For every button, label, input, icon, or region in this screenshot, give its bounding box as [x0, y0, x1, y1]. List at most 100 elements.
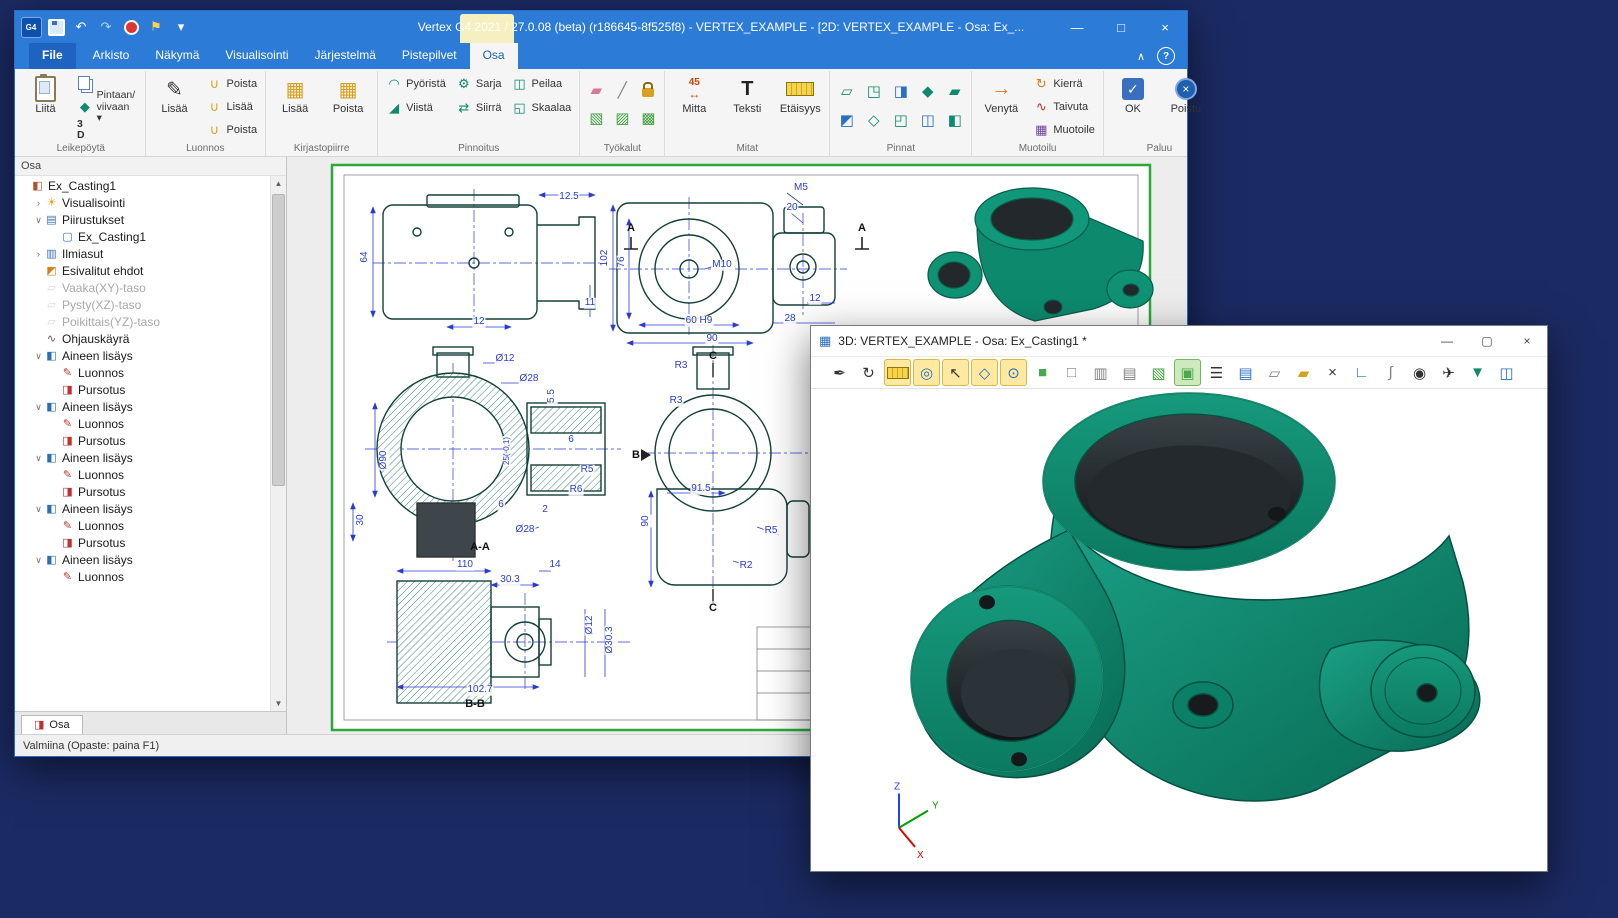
tree-item[interactable]: ∨ ▤ Piirustukset	[15, 212, 271, 229]
tree-expander-icon[interactable]: ∨	[33, 348, 44, 365]
scrollbar-thumb[interactable]	[272, 194, 285, 486]
tab-pistepilvet[interactable]: Pistepilvet	[389, 43, 470, 69]
tab-file[interactable]: File	[29, 43, 76, 69]
surface-split-icon[interactable]: ◩	[834, 106, 859, 133]
3d-close-button[interactable]: ×	[1507, 326, 1547, 356]
chamfer-button[interactable]: ◢Viistä	[382, 97, 450, 119]
tree-item[interactable]: ∨ ◧ Aineen lisäys	[15, 552, 271, 569]
box-corner-icon[interactable]: ▩	[636, 105, 660, 131]
sketch-remove-button[interactable]: ∪Poista	[203, 73, 262, 95]
distance-button[interactable]: Etäisyys	[775, 73, 825, 117]
mirror-button[interactable]: ◫Peilaa	[508, 73, 576, 95]
tree-item[interactable]: ∨ ◧ Aineen lisäys	[15, 348, 271, 365]
ribbon-collapse-icon[interactable]: ∧	[1137, 50, 1145, 63]
shaded-hidden-view-icon[interactable]: ▤	[1116, 359, 1143, 386]
lock-icon[interactable]	[636, 77, 660, 103]
snap-center-icon[interactable]: ◎	[913, 359, 940, 386]
tree-item[interactable]: ✎ Luonnos	[15, 416, 271, 433]
pattern-button[interactable]: ⚙Sarja	[452, 73, 506, 95]
pin-icon[interactable]: ✒	[826, 359, 853, 386]
tab-jarjestelma[interactable]: Järjestelmä	[302, 43, 389, 69]
library-add-button[interactable]: ▦ Lisää	[270, 73, 320, 117]
paste-button[interactable]: Liitä	[21, 73, 70, 117]
tree-item[interactable]: ✎ Luonnos	[15, 569, 271, 586]
copy-view-icon[interactable]: ▤	[1232, 359, 1259, 386]
tab-osa[interactable]: Osa	[470, 43, 518, 69]
ok-button[interactable]: ✓ OK	[1108, 73, 1158, 117]
rotate-button[interactable]: ↻Kierrä	[1029, 73, 1099, 95]
tree-item[interactable]: ∨ ◧ Aineen lisäys	[15, 399, 271, 416]
maximize-button[interactable]: □	[1099, 11, 1143, 43]
box-select-icon[interactable]: ▧	[584, 105, 608, 131]
tree-item[interactable]: ▢ Ex_Casting1	[15, 229, 271, 246]
sidebar-tab-osa[interactable]: ◨ Osa	[21, 715, 83, 734]
tree-item[interactable]: ▱ Vaaka(XY)-taso	[15, 280, 271, 297]
undo-icon[interactable]: ↶	[70, 16, 92, 38]
measure-line-icon[interactable]: ╱	[610, 77, 634, 103]
bend-button[interactable]: ∿Taivuta	[1029, 96, 1099, 118]
transparent-view-icon[interactable]: ▧	[1145, 359, 1172, 386]
snap-plane-icon[interactable]: ◇	[971, 359, 998, 386]
tree-item[interactable]: ◨ Pursotus	[15, 433, 271, 450]
surface-join-icon[interactable]: ◆	[915, 77, 940, 104]
wireframe-view-icon[interactable]: □	[1058, 359, 1085, 386]
visibility-icon[interactable]: ◉	[1406, 359, 1433, 386]
scale-button[interactable]: ◱Skaalaa	[508, 97, 576, 119]
ruler-icon[interactable]	[884, 359, 911, 386]
surface-extend-icon[interactable]: ◳	[861, 77, 886, 104]
exit-button[interactable]: × Poistu	[1161, 73, 1211, 117]
redo-icon[interactable]: ↷	[95, 16, 117, 38]
delete-icon[interactable]: ×	[1319, 359, 1346, 386]
tree-item[interactable]: ✎ Luonnos	[15, 467, 271, 484]
surface-merge-icon[interactable]: ◫	[915, 106, 940, 133]
surface-corner-icon[interactable]: ◰	[888, 106, 913, 133]
tree-expander-icon[interactable]: ∨	[33, 450, 44, 467]
snap-point-icon[interactable]: ⊙	[1000, 359, 1027, 386]
tree-scrollbar[interactable]: ▲ ▼	[270, 176, 286, 711]
dimension-button[interactable]: 45 Mitta	[669, 73, 719, 117]
tree-expander-icon[interactable]: ∨	[33, 501, 44, 518]
surface-trim-icon[interactable]: ◨	[888, 77, 913, 104]
tree-item[interactable]: ✎ Luonnos	[15, 365, 271, 382]
minimize-button[interactable]: —	[1055, 11, 1099, 43]
help-icon[interactable]: ?	[1157, 47, 1175, 65]
attach-icon[interactable]: ∫	[1377, 359, 1404, 386]
3d-maximize-button[interactable]: ▢	[1467, 326, 1507, 356]
tab-visualisointi[interactable]: Visualisointi	[212, 43, 301, 69]
box-solid-icon[interactable]: ▨	[610, 105, 634, 131]
surface-offset-icon[interactable]: ▰	[942, 77, 967, 104]
hidden-line-view-icon[interactable]: ▥	[1087, 359, 1114, 386]
3d-viewport[interactable]: Z Y X	[811, 389, 1547, 871]
sketch-add-small-button[interactable]: ∪Lisää	[203, 96, 262, 118]
open-folder-icon[interactable]: ▰	[1290, 359, 1317, 386]
shaded-edges-view-icon[interactable]: ▣	[1174, 359, 1201, 386]
scroll-up-icon[interactable]: ▲	[271, 176, 286, 191]
tree-item[interactable]: ✎ Luonnos	[15, 518, 271, 535]
select-cursor-icon[interactable]: ↖	[942, 359, 969, 386]
shaded-view-icon[interactable]: ■	[1029, 359, 1056, 386]
model-tree-icon[interactable]: ☰	[1203, 359, 1230, 386]
tree-expander-icon[interactable]: ∨	[33, 212, 44, 229]
paste-3d-button[interactable]: 3 D	[73, 119, 141, 141]
coord-axes-icon[interactable]: ∟	[1348, 359, 1375, 386]
stretch-button[interactable]: → Venytä	[976, 73, 1026, 117]
sketch-add-button[interactable]: ✎ Lisää	[150, 73, 200, 117]
external-window-icon[interactable]: ◫	[1493, 359, 1520, 386]
library-remove-button[interactable]: ▦ Poista	[323, 73, 373, 117]
close-button[interactable]: ×	[1143, 11, 1187, 43]
orbit-icon[interactable]: ↻	[855, 359, 882, 386]
filter-icon[interactable]: ▼	[1464, 359, 1491, 386]
tab-nakyma[interactable]: Näkymä	[142, 43, 212, 69]
form-button[interactable]: ▦Muotoile	[1029, 119, 1099, 141]
app-logo-icon[interactable]: G4	[20, 16, 42, 38]
fillet-button[interactable]: ◠Pyöristä	[382, 73, 450, 95]
tree-item[interactable]: ∿ Ohjauskäyrä	[15, 331, 271, 348]
tree-item[interactable]: › ▥ Ilmiasut	[15, 246, 271, 263]
tree-item[interactable]: ◨ Pursotus	[15, 484, 271, 501]
to-surface-button[interactable]: ◆ Pintaan/ viivaan ▾	[73, 96, 141, 118]
tree-item[interactable]: ∨ ◧ Aineen lisäys	[15, 450, 271, 467]
surface-flat-icon[interactable]: ▱	[834, 77, 859, 104]
3d-minimize-button[interactable]: —	[1427, 326, 1467, 356]
customize-icon[interactable]: ⚑	[145, 16, 167, 38]
record-icon[interactable]	[120, 16, 142, 38]
